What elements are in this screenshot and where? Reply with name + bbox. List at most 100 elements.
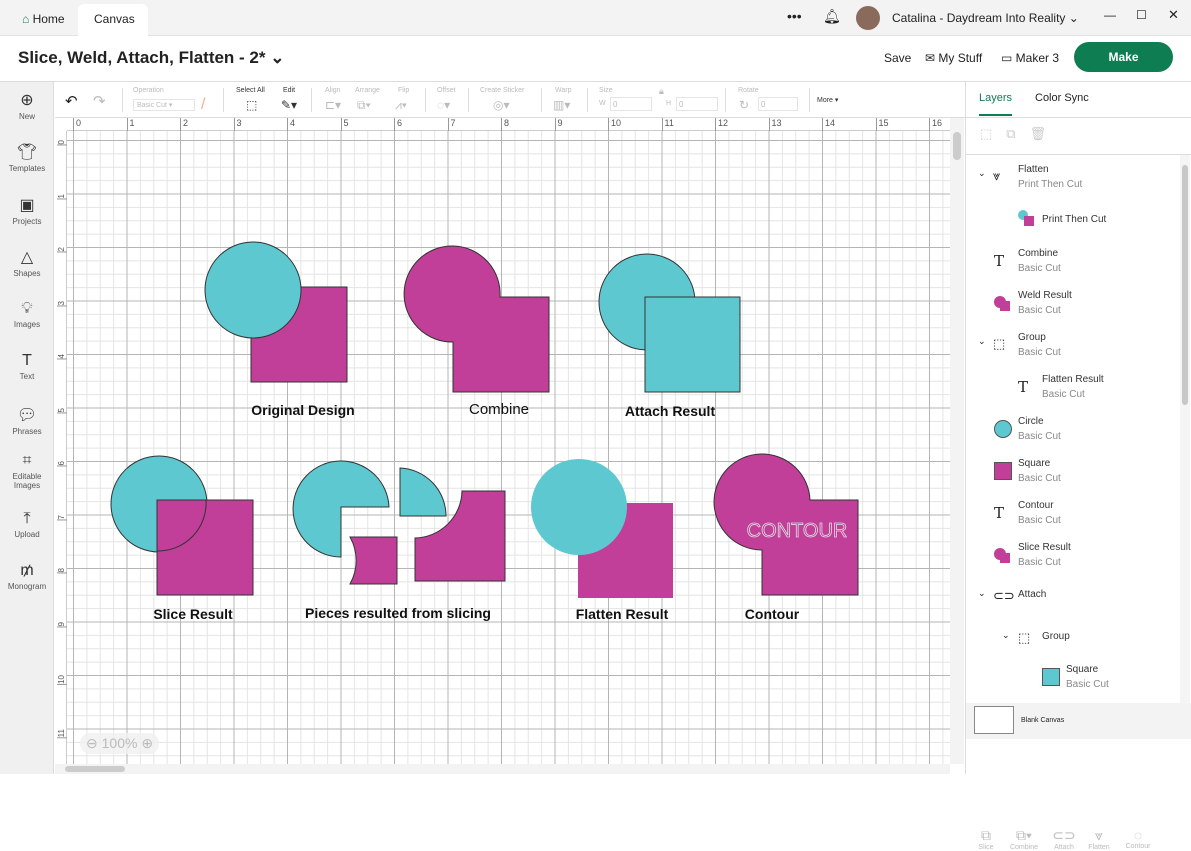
piece-intersection[interactable]: [399, 467, 447, 517]
layer-attach[interactable]: ⌄ ⊂⊃ Attach: [976, 580, 1180, 622]
sidebar-item-upload[interactable]: ⤒ Upload: [0, 510, 54, 539]
ruler-tick: 5: [340, 118, 349, 131]
layer-slice-result[interactable]: Slice Result Basic Cut: [976, 538, 1180, 580]
layer-circle[interactable]: Circle Basic Cut: [976, 412, 1180, 454]
sidebar-item-projects[interactable]: ▣ Projects: [0, 195, 54, 226]
canvas-swatch[interactable]: [974, 706, 1014, 734]
label-slice[interactable]: Slice Result: [153, 606, 233, 622]
duplicate-icon[interactable]: ⧉: [1006, 126, 1029, 141]
close-button[interactable]: ✕: [1168, 7, 1179, 23]
layer-contour[interactable]: T Contour Basic Cut: [976, 496, 1180, 538]
operation-select[interactable]: Basic Cut ▾: [133, 99, 195, 111]
group-icon[interactable]: ⬚: [980, 126, 1006, 141]
maximize-button[interactable]: ☐: [1136, 8, 1147, 22]
save-button[interactable]: Save: [884, 51, 911, 65]
my-stuff-button[interactable]: ✉ My Stuff: [925, 51, 982, 65]
blank-canvas-row[interactable]: Blank Canvas: [966, 703, 1191, 739]
height-input[interactable]: 0: [676, 97, 718, 111]
design-canvas[interactable]: CONTOUR Original Design Combine Attach R…: [67, 131, 950, 764]
weld-shape[interactable]: [403, 245, 550, 393]
layer-weld-result[interactable]: Weld Result Basic Cut: [976, 286, 1180, 328]
vertical-scrollbar[interactable]: [950, 118, 964, 764]
tab-home[interactable]: ⌂ Home: [6, 4, 81, 36]
label-contour[interactable]: Contour: [745, 606, 800, 622]
layer-group[interactable]: ⌄ ⬚ Group Basic Cut: [976, 328, 1180, 370]
layer-flatten[interactable]: ⌄ ⩔ Flatten Print Then Cut: [976, 160, 1180, 202]
ruler-tick: 7: [57, 514, 67, 520]
sidebar-item-monogram[interactable]: ₥ Monogram: [0, 562, 54, 591]
attach-square[interactable]: [644, 296, 741, 393]
undo-button[interactable]: ↶: [65, 92, 78, 110]
edit-label: Edit: [283, 87, 296, 94]
layers-scrollbar[interactable]: [1180, 155, 1190, 703]
offset-button[interactable]: ◌▾: [437, 98, 450, 112]
project-title[interactable]: Slice, Weld, Attach, Flatten - 2* ⌄: [18, 48, 284, 68]
sidebar-item-shapes[interactable]: △ Shapes: [0, 247, 54, 278]
chevron-down-icon[interactable]: ⌄: [978, 168, 986, 179]
sidebar-item-phrases[interactable]: 💬︎ Phrases: [0, 405, 54, 436]
chevron-down-icon[interactable]: ⌄: [1002, 630, 1010, 641]
scroll-thumb[interactable]: [1182, 165, 1188, 405]
zoom-in-button[interactable]: ⊕: [137, 735, 153, 751]
user-menu[interactable]: Catalina - Daydream Into Reality ⌄: [892, 11, 1079, 25]
ruler-tick: 1: [57, 193, 67, 199]
sidebar-item-new[interactable]: ⊕ New: [0, 90, 54, 121]
label-original[interactable]: Original Design: [251, 402, 354, 418]
minimize-button[interactable]: —: [1104, 8, 1116, 22]
contour-button[interactable]: ◌ Contour: [1120, 827, 1156, 850]
avatar[interactable]: [856, 6, 880, 30]
title-bar: ⌂ Home Canvas ••• 🔔︎ Catalina - Daydream…: [0, 0, 1191, 36]
flatten-circle[interactable]: [531, 459, 627, 555]
label-combine[interactable]: Combine: [469, 401, 529, 418]
chevron-down-icon[interactable]: ⌄: [978, 588, 986, 599]
tab-color-sync[interactable]: Color Sync: [1035, 92, 1089, 104]
bell-icon[interactable]: 🔔︎: [823, 8, 841, 25]
flatten-button[interactable]: ⩔ Flatten: [1081, 827, 1117, 851]
layer-combine[interactable]: T Combine Basic Cut: [976, 244, 1180, 286]
sidebar-item-text[interactable]: T Text: [0, 352, 54, 381]
lock-icon[interactable]: 🔒︎: [659, 86, 664, 97]
sidebar-item-templates[interactable]: 👕︎ Templates: [0, 142, 54, 173]
more-icon[interactable]: •••: [787, 8, 802, 24]
piece-intersection-2[interactable]: [349, 536, 398, 585]
layer-flatten-result[interactable]: T Flatten Result Basic Cut: [976, 370, 1180, 412]
layer-group-2[interactable]: ⌄ ⬚ Group: [976, 622, 1180, 664]
arrange-button[interactable]: ⧉▾: [357, 98, 371, 113]
layer-square-2[interactable]: Square Basic Cut: [976, 660, 1180, 702]
flip-button[interactable]: ⩘▾: [395, 98, 407, 113]
label-attach[interactable]: Attach Result: [625, 403, 716, 419]
combine-button[interactable]: ⧉▾ Combine: [1006, 827, 1042, 851]
original-circle[interactable]: [204, 241, 302, 339]
layer-print-then-cut[interactable]: Print Then Cut: [976, 202, 1180, 244]
sidebar-item-images[interactable]: 💡︎ Images: [0, 300, 54, 329]
divider: [425, 88, 426, 112]
attach-button[interactable]: ⊂⊃ Attach: [1046, 827, 1082, 851]
make-button[interactable]: Make: [1074, 42, 1173, 72]
label-flatten[interactable]: Flatten Result: [576, 606, 669, 622]
width-input[interactable]: 0: [610, 97, 652, 111]
chevron-down-icon[interactable]: ⌄: [978, 336, 986, 347]
warp-button[interactable]: ▥▾: [553, 98, 570, 112]
scroll-thumb[interactable]: [65, 766, 125, 772]
tab-canvas[interactable]: Canvas: [78, 4, 148, 36]
scroll-thumb[interactable]: [953, 132, 961, 160]
edit-button[interactable]: ✎▾: [281, 98, 297, 112]
slice-button[interactable]: ⧉ Slice: [968, 827, 1004, 851]
tab-layers[interactable]: Layers: [979, 92, 1013, 116]
pen-color-icon[interactable]: /: [201, 96, 205, 114]
machine-button[interactable]: ▭ Maker 3: [1001, 51, 1059, 65]
trash-icon[interactable]: 🗑︎: [1030, 126, 1061, 141]
create-sticker-button[interactable]: ◎▾: [493, 98, 510, 112]
layer-square[interactable]: Square Basic Cut: [976, 454, 1180, 496]
horizontal-scrollbar[interactable]: [55, 764, 950, 774]
more-button[interactable]: More ▾: [817, 96, 838, 104]
redo-button[interactable]: ↷: [93, 92, 106, 110]
sidebar-item-editable-images[interactable]: ⌗ Editable Images: [0, 452, 54, 490]
align-button[interactable]: ⊏▾: [325, 98, 341, 112]
select-all-button[interactable]: ⬚: [246, 98, 257, 112]
zoom-out-button[interactable]: ⊖: [86, 735, 102, 751]
label-pieces[interactable]: Pieces resulted from slicing: [305, 605, 491, 621]
contour-text[interactable]: CONTOUR: [746, 520, 848, 543]
label: Shapes: [13, 269, 41, 278]
rotate-input[interactable]: 0: [758, 97, 798, 111]
